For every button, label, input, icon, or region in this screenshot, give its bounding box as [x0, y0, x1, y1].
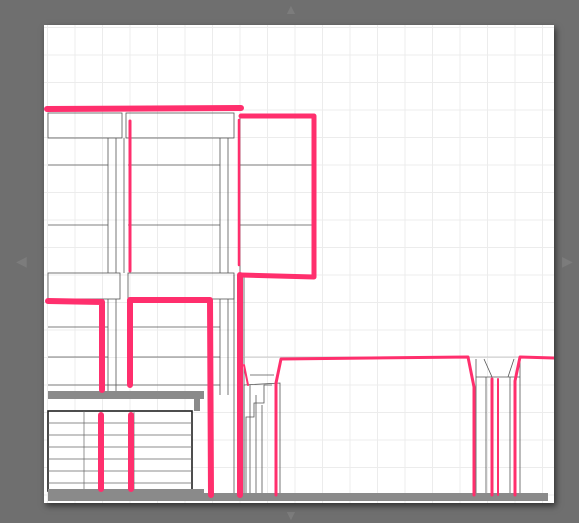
mid-cornice-right	[127, 272, 235, 300]
chevron-down-icon[interactable]: ▼	[284, 508, 298, 522]
markup-stroke[interactable]	[238, 113, 317, 280]
chevron-up-icon[interactable]: ▲	[284, 2, 298, 16]
markup-stroke[interactable]	[243, 364, 249, 386]
markup-stroke[interactable]	[513, 355, 554, 497]
garage-door	[47, 391, 204, 492]
upper-cornice-right	[125, 112, 235, 139]
chevron-right-icon[interactable]: ▶	[562, 254, 573, 268]
mid-cornice-left	[47, 272, 121, 300]
post-brace	[483, 358, 493, 378]
post-brace	[507, 358, 515, 378]
drawing-sheet[interactable]	[44, 25, 554, 503]
garage-sill	[48, 489, 204, 494]
upper-cornice-left	[47, 112, 123, 139]
tower-block	[239, 116, 315, 276]
markup-stroke[interactable]	[274, 355, 476, 497]
markup-stroke[interactable]	[44, 105, 244, 112]
garage-bracket	[194, 397, 200, 411]
elevation-drawing	[44, 105, 554, 501]
garage-header	[48, 391, 204, 399]
chevron-left-icon[interactable]: ◀	[16, 254, 27, 268]
markup-stroke[interactable]	[45, 298, 105, 393]
